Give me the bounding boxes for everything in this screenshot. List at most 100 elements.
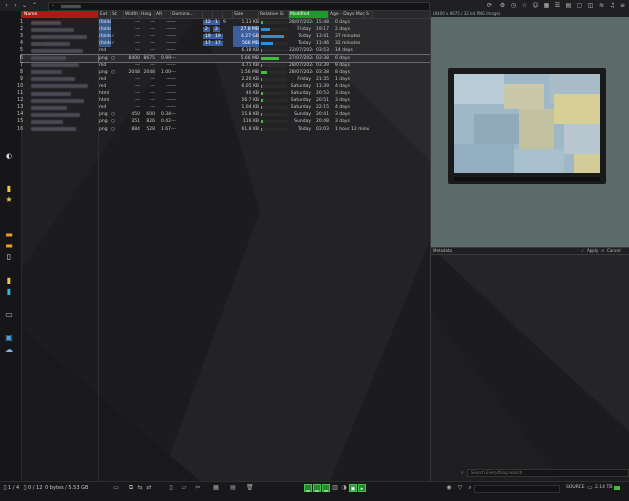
tree-row[interactable]: 14 bbox=[17, 111, 98, 118]
apply-button[interactable]: Apply bbox=[587, 248, 598, 254]
paste-icon[interactable]: ▦ bbox=[213, 485, 219, 491]
phone-icon[interactable]: ▮ bbox=[4, 287, 14, 296]
tree-row[interactable]: 6 bbox=[20, 53, 99, 63]
find-icon[interactable]: ◉ bbox=[446, 485, 452, 491]
forward-icon[interactable]: › bbox=[12, 2, 19, 9]
up-icon[interactable]: ⌃ bbox=[31, 2, 38, 9]
col-age[interactable]: Age - Days Modified bbox=[329, 11, 365, 18]
folder-icon[interactable]: ▬ bbox=[4, 241, 14, 250]
document-icon[interactable]: ▯ bbox=[4, 252, 14, 261]
table-row[interactable]: (folder)✓------------1717566 MBToday11:4… bbox=[99, 40, 431, 48]
table-row[interactable]: (folder)------------2227.8 MBFriday19:17… bbox=[99, 26, 431, 34]
address-bar[interactable]: › bbox=[48, 2, 430, 11]
chevron-down-icon[interactable]: ⌄ bbox=[21, 2, 28, 9]
view-list-button[interactable]: ▁ bbox=[313, 484, 321, 492]
table-row[interactable]: png ○ 450 600 0.34 --- 15.8 KB Sunday 20:41 3 day… bbox=[99, 111, 431, 118]
col-relative-size[interactable]: Relative Si bbox=[259, 11, 289, 18]
user-icon[interactable]: ☺ bbox=[532, 2, 539, 9]
columns-icon[interactable]: ▥ bbox=[332, 485, 338, 491]
tree-row[interactable]: 16 bbox=[17, 126, 98, 133]
clipboard-icon[interactable]: ▤ bbox=[230, 485, 236, 491]
view-tiles-button[interactable]: ▁ bbox=[322, 484, 330, 492]
bell-icon[interactable]: ♫ bbox=[609, 2, 616, 9]
view-details-button[interactable]: ▁ bbox=[304, 484, 312, 492]
play-button[interactable]: ▸ bbox=[358, 484, 366, 492]
grid-icon[interactable]: ▦ bbox=[543, 2, 550, 9]
search-icon[interactable]: ⌕ bbox=[467, 485, 473, 491]
table-row[interactable]: md --- --- --- --- 6.05 KB Saturday 11:39 4 days bbox=[99, 83, 431, 90]
col-n2[interactable] bbox=[213, 11, 223, 18]
col-size[interactable]: Size bbox=[233, 11, 259, 18]
new-folder-icon[interactable]: ▭ bbox=[113, 485, 119, 491]
rename-icon[interactable]: ⇄ bbox=[146, 485, 152, 491]
layout-icon[interactable]: ▤ bbox=[565, 2, 572, 9]
cancel-button[interactable]: Cancel bbox=[607, 248, 621, 254]
toggle-icon[interactable]: ◐ bbox=[4, 152, 14, 161]
cancel-icon[interactable]: ✕ bbox=[601, 248, 604, 254]
contrast-icon[interactable]: ◑ bbox=[341, 485, 347, 491]
preview-button[interactable]: ▣ bbox=[349, 484, 357, 492]
col-status[interactable]: St bbox=[111, 11, 124, 18]
col-aspect[interactable]: AR bbox=[155, 11, 171, 18]
history-icon[interactable]: ◷ bbox=[510, 2, 517, 9]
properties-icon[interactable]: ▯ bbox=[168, 485, 174, 491]
apply-icon[interactable]: ✓ bbox=[581, 248, 584, 254]
delete-icon[interactable]: 🗑 bbox=[246, 485, 254, 491]
folder-icon[interactable]: ▬ bbox=[4, 230, 14, 239]
search-input[interactable]: Search Everything search bbox=[467, 469, 629, 477]
filter-icon[interactable]: ▽ bbox=[457, 485, 463, 491]
tree-row[interactable]: 9 bbox=[20, 76, 98, 83]
tree-row[interactable]: 12 bbox=[17, 97, 98, 104]
list-icon[interactable]: ☰ bbox=[554, 2, 561, 9]
star-icon[interactable]: ★ bbox=[4, 195, 14, 204]
tree-row[interactable]: 11 bbox=[17, 90, 98, 97]
pane-divider[interactable] bbox=[430, 11, 431, 481]
copy-icon[interactable]: ⧉ bbox=[128, 485, 134, 491]
table-row[interactable]: md --- --- --- --- 2.20 KB Friday 21:35 1 days bbox=[99, 76, 431, 83]
col-height[interactable]: Heig bbox=[140, 11, 155, 18]
cut-icon[interactable]: ✂ bbox=[195, 485, 201, 491]
col-dominant[interactable]: Domina... bbox=[171, 11, 203, 18]
col-n1[interactable] bbox=[203, 11, 213, 18]
tree-row[interactable]: 3 bbox=[20, 33, 98, 40]
table-row[interactable]: (folder)------------12191.13 KB28/07/202… bbox=[99, 19, 431, 26]
table-row[interactable]: (folder)✓------------19194.27 GBToday13:… bbox=[99, 33, 431, 41]
tree-row[interactable]: 13 bbox=[17, 104, 98, 111]
star-icon[interactable]: ☆ bbox=[521, 2, 528, 9]
archive-icon[interactable]: ▱ bbox=[181, 485, 187, 491]
settings-icon[interactable]: ⚙ bbox=[499, 2, 506, 9]
tree-row[interactable]: 7 bbox=[20, 62, 98, 69]
table-row[interactable]: html --- --- --- --- 56.7 KB Saturday 20:51 3 da… bbox=[99, 97, 431, 104]
drive-icon[interactable]: ▭ bbox=[4, 310, 14, 319]
move-icon[interactable]: ⇆ bbox=[137, 485, 143, 491]
table-row[interactable]: png ○ 884 528 1.67 --- 61.8 KB Today 03:03 1 hour… bbox=[99, 126, 431, 133]
wifi-icon[interactable]: ≋ bbox=[598, 2, 605, 9]
tree-row[interactable]: 15 bbox=[17, 118, 98, 125]
table-row[interactable]: png ○ 351 826 0.42 --- 116 KB Sunday 20:48 3 days bbox=[99, 118, 431, 125]
network-icon[interactable]: ▣ bbox=[4, 333, 14, 342]
panel-icon[interactable]: ▢ bbox=[576, 2, 583, 9]
table-row[interactable]: md --- --- --- --- 1.04 KB Saturday 22:15 4 days bbox=[99, 104, 431, 111]
folder-icon[interactable]: ▮ bbox=[4, 184, 14, 193]
col-name[interactable]: Name bbox=[21, 11, 98, 18]
tree-row[interactable]: 5 bbox=[20, 47, 98, 54]
table-row[interactable]: png ○ 8400 8675 0.99 --- 5.66 MB 27/07/2024 03:3… bbox=[98, 53, 432, 63]
table-row[interactable]: md --- --- --- --- 6.18 KB 22/07/2024 03:53 14 d… bbox=[99, 47, 431, 54]
col-ext[interactable]: Ext bbox=[99, 11, 111, 18]
col-count[interactable] bbox=[223, 11, 233, 18]
tree-row[interactable]: 4 bbox=[20, 40, 98, 47]
split-icon[interactable]: ◫ bbox=[587, 2, 594, 9]
back-icon[interactable]: ‹ bbox=[3, 2, 10, 9]
folder-icon[interactable]: ▮ bbox=[4, 276, 14, 285]
col-width[interactable]: Width bbox=[124, 11, 140, 18]
table-row[interactable]: png ○ 2048 2048 1.00 --- 1.56 MB 28/07/2024 03:3… bbox=[99, 69, 431, 76]
table-row[interactable]: html --- --- --- --- 40 KB Saturday 20:53 3 days bbox=[99, 90, 431, 97]
tree-row[interactable]: 8 bbox=[20, 69, 98, 76]
bottom-search-input[interactable] bbox=[474, 485, 560, 493]
col-modified[interactable]: Modified bbox=[289, 11, 329, 18]
menu-icon[interactable]: ≡ bbox=[619, 2, 626, 9]
cloud-icon[interactable]: ☁ bbox=[4, 345, 14, 354]
table-row[interactable]: md --- --- --- --- 4.71 KB 28/07/2024 03:39 9 da… bbox=[99, 62, 431, 69]
tree-row[interactable]: 1 bbox=[20, 19, 98, 26]
col-age-short[interactable]: S bbox=[365, 11, 373, 18]
